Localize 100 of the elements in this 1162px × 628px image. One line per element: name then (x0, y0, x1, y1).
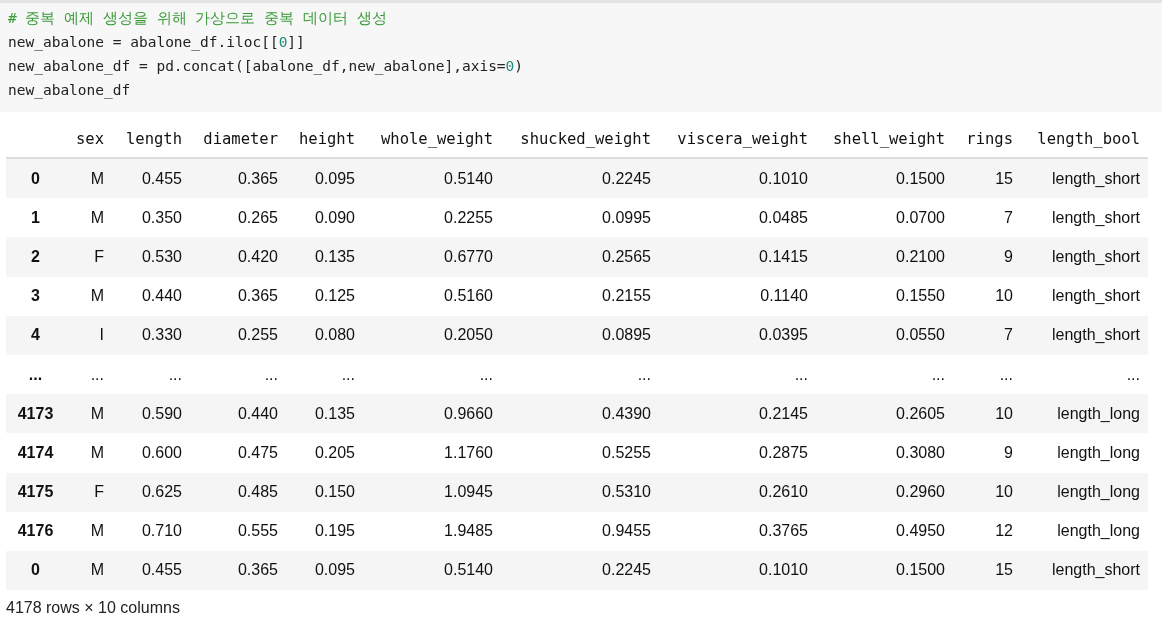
table-cell: 0.095 (286, 550, 363, 591)
table-cell: 0.1500 (816, 158, 953, 199)
table-cell: 0.2875 (659, 433, 816, 473)
code-cell[interactable]: # 중복 예제 생성을 위해 가상으로 중복 데이터 생성 new_abalone = abalone_df.iloc[[0]] new_abalone_df = pd.concat([abalone_df,new_abalone],axis=0) new_abalone_df (0, 0, 1162, 112)
table-cell: 0.625 (112, 472, 190, 512)
table-cell: 1.1760 (363, 433, 501, 473)
table-cell: 0.555 (190, 511, 286, 551)
table-cell: length_short (1021, 550, 1148, 591)
table-cell: ... (659, 354, 816, 395)
table-cell: length_long (1021, 394, 1148, 434)
table-cell: 0.4390 (501, 394, 659, 434)
table-cell: 0.1550 (816, 276, 953, 316)
table-cell: 0.3080 (816, 433, 953, 473)
code-line: new_abalone_df (8, 81, 131, 101)
table-cell: M (65, 158, 112, 199)
table-cell: length_short (1021, 276, 1148, 316)
table-cell: 0.475 (190, 433, 286, 473)
table-cell: 7 (953, 198, 1021, 238)
row-index: 4173 (6, 394, 65, 434)
table-cell: ... (286, 354, 363, 395)
table-cell: length_short (1021, 315, 1148, 355)
table-cell: ... (816, 354, 953, 395)
table-cell: 10 (953, 394, 1021, 434)
table-cell: 0.135 (286, 237, 363, 277)
table-cell: 0.0485 (659, 198, 816, 238)
table-cell: 0.2245 (501, 158, 659, 199)
row-index: 2 (6, 237, 65, 277)
row-index: 4175 (6, 472, 65, 512)
table-cell: 0.6770 (363, 237, 501, 277)
table-cell: 0.2245 (501, 550, 659, 591)
table-cell: length_long (1021, 472, 1148, 512)
table-cell: 0.5310 (501, 472, 659, 512)
code-line: new_abalone = abalone_df.iloc[[0]] (8, 33, 305, 53)
table-cell: 0.205 (286, 433, 363, 473)
table-cell: 12 (953, 511, 1021, 551)
table-cell: 0.1010 (659, 158, 816, 199)
table-cell: 0.2255 (363, 198, 501, 238)
table-cell: 0.600 (112, 433, 190, 473)
table-cell: length_long (1021, 511, 1148, 551)
table-cell: 1.0945 (363, 472, 501, 512)
table-cell: 15 (953, 550, 1021, 591)
table-cell: 0.2155 (501, 276, 659, 316)
table-cell: M (65, 433, 112, 473)
table-cell: 15 (953, 158, 1021, 199)
row-index: 3 (6, 276, 65, 316)
table-cell: 9 (953, 433, 1021, 473)
table-cell: M (65, 550, 112, 591)
table-cell: 0.265 (190, 198, 286, 238)
table-cell: ... (501, 354, 659, 395)
table-cell: ... (112, 354, 190, 395)
table-cell: M (65, 394, 112, 434)
table-cell: 0.365 (190, 276, 286, 316)
table-cell: length_short (1021, 158, 1148, 199)
table-cell: 7 (953, 315, 1021, 355)
table-cell: length_short (1021, 237, 1148, 277)
table-cell: 0.485 (190, 472, 286, 512)
table-cell: ... (190, 354, 286, 395)
table-cell: 0.2145 (659, 394, 816, 434)
table-cell: 0.0700 (816, 198, 953, 238)
row-index: 4 (6, 315, 65, 355)
table-cell: 0.090 (286, 198, 363, 238)
table-cell: 10 (953, 472, 1021, 512)
row-index: 1 (6, 198, 65, 238)
table-cell: 0.9455 (501, 511, 659, 551)
table-cell: 0.1010 (659, 550, 816, 591)
table-cell: 0.1415 (659, 237, 816, 277)
table-cell: 0.0895 (501, 315, 659, 355)
table-cell: 0.350 (112, 198, 190, 238)
table-cell: 0.2565 (501, 237, 659, 277)
table-cell: F (65, 237, 112, 277)
code-line: # 중복 예제 생성을 위해 가상으로 중복 데이터 생성 (8, 9, 387, 28)
table-cell: 0.5140 (363, 158, 501, 199)
table-cell: 0.4950 (816, 511, 953, 551)
table-cell: 9 (953, 237, 1021, 277)
table-cell: M (65, 198, 112, 238)
table-cell: 0.1140 (659, 276, 816, 316)
table-cell: 0.150 (286, 472, 363, 512)
row-index: ... (6, 354, 65, 395)
table-cell: 0.440 (190, 394, 286, 434)
table-cell: 0.5255 (501, 433, 659, 473)
table-cell: 0.5160 (363, 276, 501, 316)
table-cell: ... (363, 354, 501, 395)
table-cell: ... (1021, 354, 1148, 395)
table-cell: 0.590 (112, 394, 190, 434)
table-cell: 0.1500 (816, 550, 953, 591)
table-cell: 0.440 (112, 276, 190, 316)
table-cell: 0.530 (112, 237, 190, 277)
table-cell: 0.710 (112, 511, 190, 551)
table-cell: M (65, 276, 112, 316)
table-cell: 0.365 (190, 550, 286, 591)
table-cell: length_long (1021, 433, 1148, 473)
table-cell: 0.2050 (363, 315, 501, 355)
table-cell: 0.0995 (501, 198, 659, 238)
table-cell: 0.5140 (363, 550, 501, 591)
row-index: 0 (6, 550, 65, 591)
table-cell: 0.255 (190, 315, 286, 355)
table-cell: 0.135 (286, 394, 363, 434)
row-index: 0 (6, 158, 65, 199)
table-cell: 0.365 (190, 158, 286, 199)
table-cell: 0.0550 (816, 315, 953, 355)
